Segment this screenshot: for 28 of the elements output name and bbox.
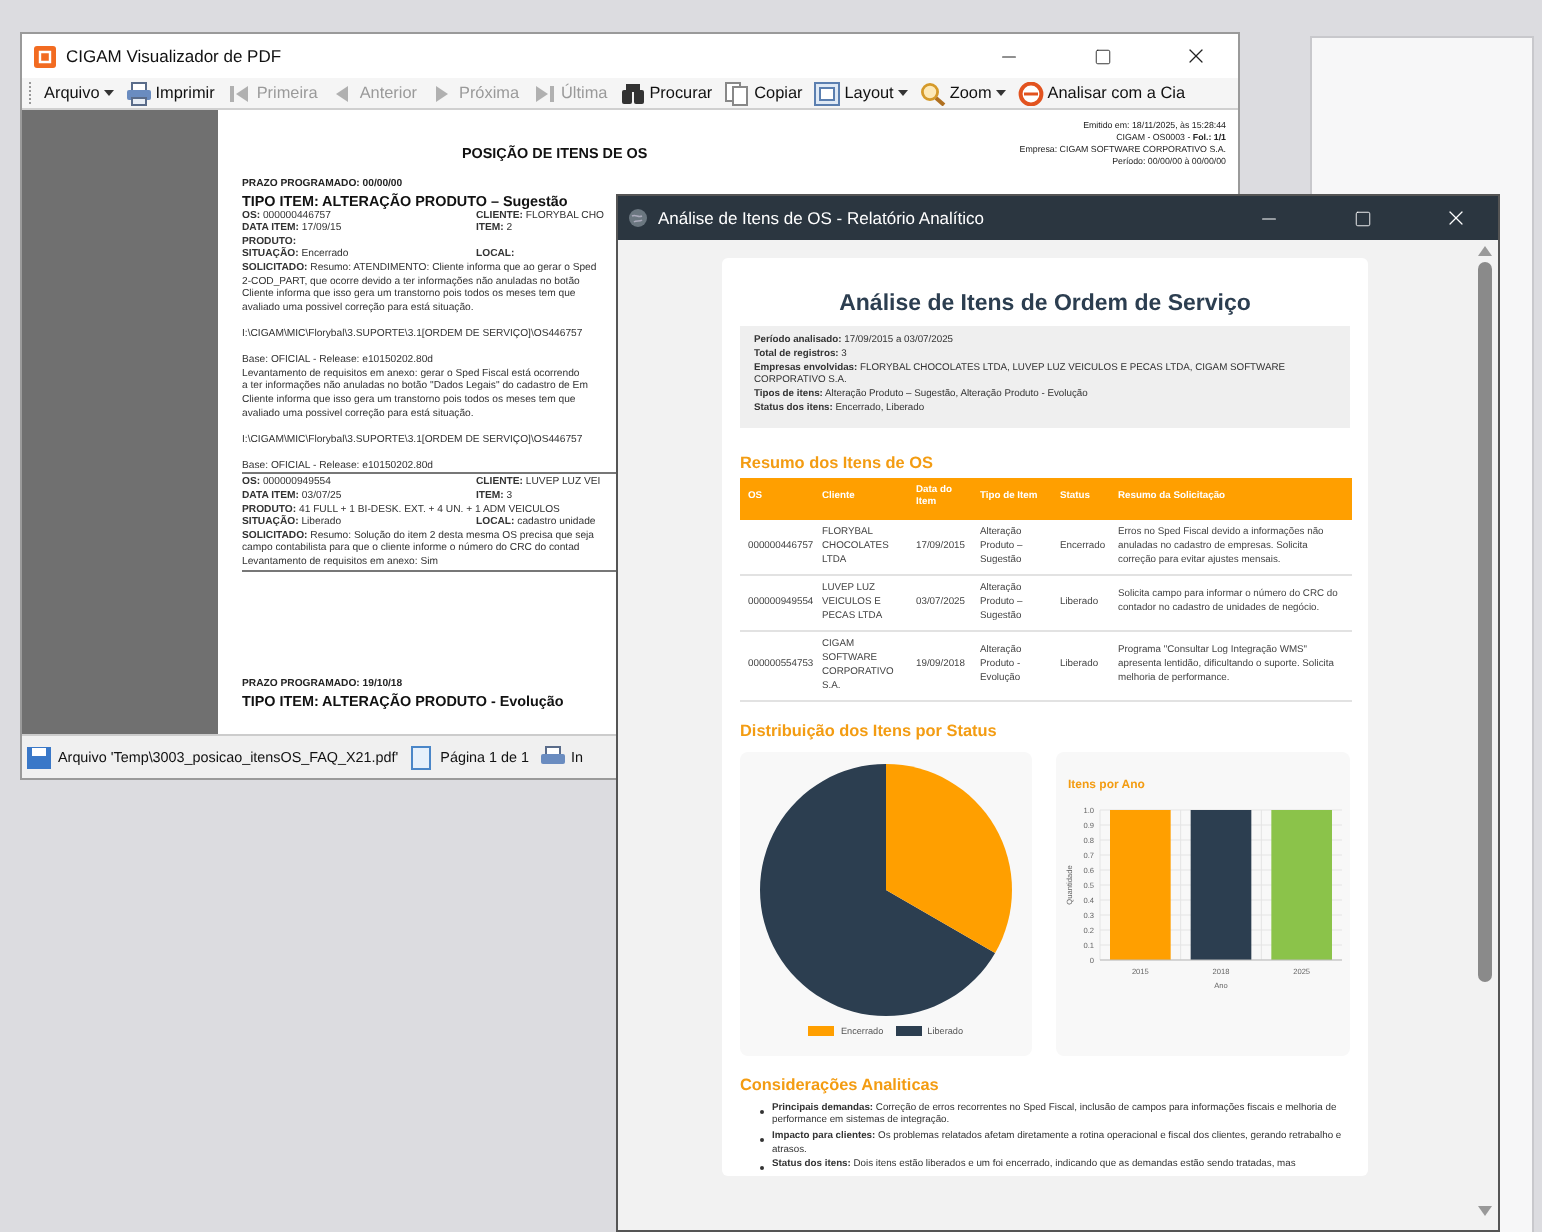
section-title: Distribuição dos Itens por Status bbox=[740, 721, 999, 740]
toolbar-button[interactable]: Zoom bbox=[919, 81, 1006, 105]
report-title: Análise de Itens de Ordem de Serviço bbox=[837, 292, 1253, 316]
section-title: Resumo dos Itens de OS bbox=[740, 453, 935, 472]
maximize-icon bbox=[1093, 47, 1111, 65]
toolbar-button[interactable]: Copiar bbox=[724, 81, 803, 105]
magnifier-icon bbox=[919, 81, 946, 105]
toolbar-button[interactable]: Analisar com a Cia bbox=[1017, 81, 1185, 105]
maximize-icon bbox=[1353, 209, 1371, 227]
first-page-icon bbox=[226, 81, 253, 105]
page-icon bbox=[408, 745, 435, 769]
scroll-down-icon[interactable] bbox=[1478, 1206, 1492, 1216]
binoculars-icon bbox=[619, 81, 646, 105]
toolbar-button[interactable]: Imprimir bbox=[125, 81, 215, 105]
close-icon bbox=[1184, 44, 1208, 68]
toolbar-button[interactable]: Procurar bbox=[619, 81, 713, 105]
section-title: Considerações Analiticas bbox=[740, 1075, 941, 1094]
close-icon bbox=[1444, 206, 1468, 230]
window-title: CIGAM Visualizador de PDF bbox=[66, 46, 284, 66]
printer-icon bbox=[539, 745, 566, 769]
toolbar-button[interactable]: Layout bbox=[814, 81, 908, 105]
app-logo-icon bbox=[34, 45, 56, 67]
scroll-up-icon[interactable] bbox=[1478, 246, 1492, 256]
toolbar-button[interactable]: Arquivo bbox=[44, 84, 114, 102]
scrollbar-thumb[interactable] bbox=[1478, 262, 1492, 982]
window-title: Análise de Itens de OS - Relatório Analítico bbox=[658, 208, 987, 228]
globe-icon bbox=[628, 208, 648, 228]
last-page-icon bbox=[531, 81, 558, 105]
